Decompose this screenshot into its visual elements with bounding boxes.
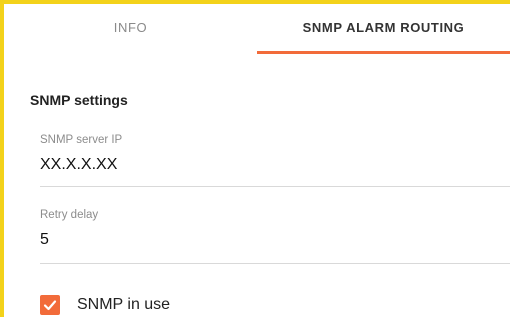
check-icon xyxy=(43,300,57,311)
snmp-in-use-checkbox[interactable] xyxy=(40,295,60,315)
settings-panel: INFO SNMP ALARM ROUTING SNMP settings SN… xyxy=(0,0,510,317)
snmp-server-ip-input[interactable]: XX.X.X.XX xyxy=(40,156,510,174)
retry-delay-label: Retry delay xyxy=(40,209,99,221)
section-title: SNMP settings xyxy=(30,92,128,108)
tab-snmp-alarm-routing[interactable]: SNMP ALARM ROUTING xyxy=(257,4,510,54)
snmp-in-use-row[interactable]: SNMP in use xyxy=(40,295,170,315)
retry-delay-field[interactable]: Retry delay 5 xyxy=(40,209,510,265)
snmp-server-ip-label: SNMP server IP xyxy=(40,134,123,146)
tab-info[interactable]: INFO xyxy=(4,4,257,58)
retry-delay-input[interactable]: 5 xyxy=(40,231,510,249)
input-underline xyxy=(40,186,510,187)
snmp-server-ip-field[interactable]: SNMP server IP XX.X.X.XX xyxy=(40,134,510,190)
input-underline xyxy=(40,263,510,264)
snmp-in-use-label: SNMP in use xyxy=(77,296,171,313)
tab-bar: INFO SNMP ALARM ROUTING xyxy=(4,4,510,58)
